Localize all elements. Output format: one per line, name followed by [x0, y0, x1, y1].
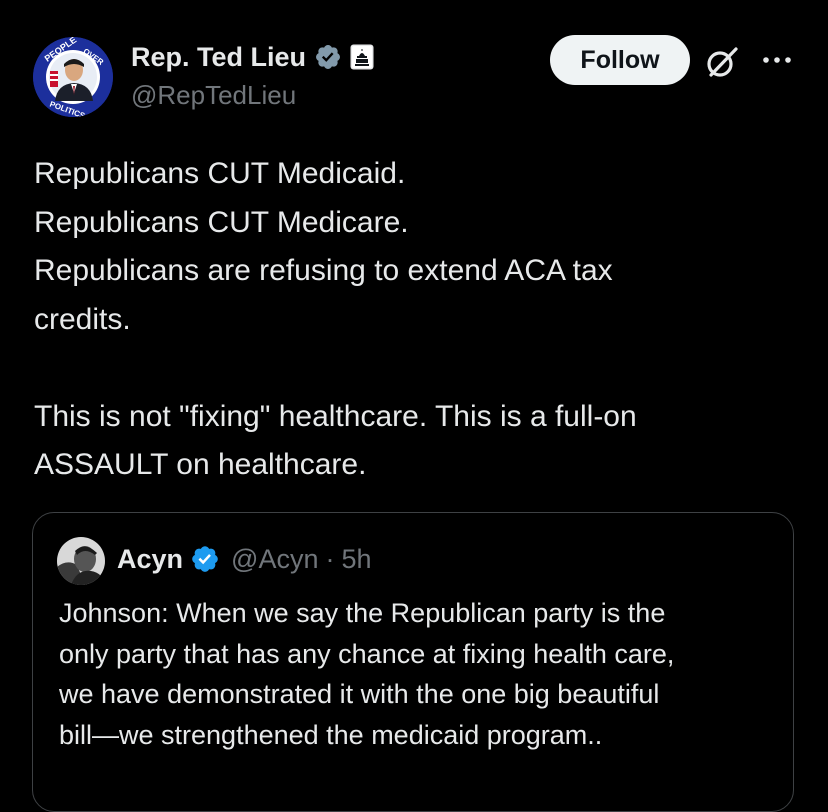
tweet-line: ASSAULT on healthcare. [34, 448, 367, 481]
separator-dot: · [325, 543, 335, 574]
quoted-handle[interactable]: @Acyn [231, 544, 318, 575]
quoted-line: Johnson: When we say the Republican part… [59, 598, 666, 628]
tweet-line: Republicans CUT Medicaid. [34, 157, 406, 190]
quoted-timestamp[interactable]: 5h [341, 544, 371, 575]
quoted-tweet[interactable]: Acyn @Acyn · 5h Johnson: When we say the… [32, 512, 794, 812]
avatar-image: PEOPLE OVER POLITICS [33, 37, 113, 117]
quoted-line: only party that has any chance at fixing… [59, 638, 675, 669]
more-options-icon[interactable] [760, 48, 794, 72]
tweet-text: Republicans CUT Medicaid. Republicans CU… [34, 150, 804, 490]
quoted-header: Acyn @Acyn · 5h [117, 539, 372, 579]
author-avatar[interactable]: PEOPLE OVER POLITICS [33, 37, 113, 117]
tweet: PEOPLE OVER POLITICS Rep. Ted Lieu @RepT… [0, 0, 828, 812]
tweet-line: Republicans are refusing to extend ACA t… [34, 254, 613, 287]
quoted-line: we have demonstrated it with the one big… [59, 679, 660, 709]
follow-button[interactable]: Follow [550, 35, 690, 85]
quoted-avatar-image [57, 537, 105, 585]
author-handle[interactable]: @RepTedLieu [131, 80, 296, 111]
quoted-text: Johnson: When we say the Republican part… [59, 593, 779, 755]
tweet-line: This is not "fixing" healthcare. This is… [34, 399, 637, 433]
author-display-name[interactable]: Rep. Ted Lieu [131, 42, 306, 73]
quoted-author-avatar[interactable] [57, 537, 105, 585]
tweet-line: credits. [34, 302, 131, 336]
quoted-line: bill—we strengthened the medicaid progra… [59, 719, 603, 750]
verified-badge-icon[interactable] [314, 43, 342, 71]
verified-badge-icon[interactable] [190, 544, 220, 574]
us-capitol-icon [350, 44, 374, 70]
grok-icon[interactable] [705, 45, 739, 79]
tweet-line: Republicans CUT Medicare. [34, 205, 409, 239]
author-name-row: Rep. Ted Lieu [131, 39, 374, 75]
quoted-display-name[interactable]: Acyn [117, 544, 183, 575]
